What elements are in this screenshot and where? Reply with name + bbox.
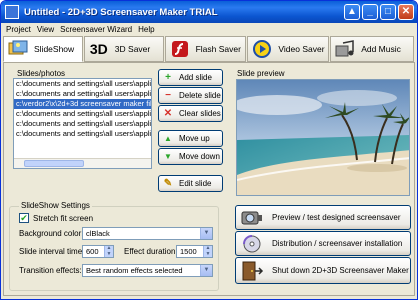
delete-slide-button[interactable]: − Delete slide: [158, 87, 223, 104]
plus-icon: +: [165, 71, 171, 83]
slideshow-icon: [8, 40, 28, 58]
slides-list[interactable]: c:\documents and settings\all users\appl…: [13, 78, 152, 169]
select-value: Best random effects selected: [86, 266, 183, 275]
tab-label: Add Music: [361, 44, 401, 54]
button-label: Clear slides: [179, 109, 221, 118]
spin-arrows-icon[interactable]: ▲ ▼: [104, 245, 113, 257]
settings-label: SlideShow Settings: [19, 201, 92, 210]
tab-label: Video Saver: [278, 44, 325, 54]
help-icon[interactable]: ▲: [344, 4, 360, 20]
preview-label: Slide preview: [237, 69, 285, 78]
slides-label: Slides/photos: [17, 69, 66, 78]
scrollbar-thumb[interactable]: [24, 160, 84, 167]
button-label: Delete slide: [179, 91, 221, 100]
close-button[interactable]: ✕: [398, 4, 414, 20]
installer-disc-icon: [240, 234, 264, 254]
effect-duration-label: Effect duration:: [124, 247, 178, 256]
flash-icon: [170, 40, 190, 58]
button-label: Add slide: [179, 73, 212, 82]
slide-preview-image: [236, 79, 410, 196]
tab-flash-saver[interactable]: Flash Saver: [164, 36, 247, 62]
horizontal-scrollbar[interactable]: [14, 158, 151, 168]
minimize-button[interactable]: _: [362, 4, 378, 20]
list-item[interactable]: c:\verdor2\x\2d+3d screensaver maker fil: [14, 99, 151, 109]
list-item[interactable]: c:\documents and settings\all users\appl…: [14, 79, 151, 89]
menu-view[interactable]: View: [37, 25, 54, 34]
exit-door-icon: [240, 261, 264, 281]
shutdown-button[interactable]: Shut down 2D+3D Screensaver Maker: [235, 257, 411, 284]
arrow-down-icon: ▼: [164, 151, 172, 161]
button-label: Distribution / screensaver installation: [272, 239, 403, 248]
input-value: 600: [86, 247, 99, 256]
list-item[interactable]: c:\documents and settings\all users\appl…: [14, 129, 151, 139]
menu-screensaver-wizard[interactable]: Screensaver Wizard: [60, 25, 132, 34]
button-label: Move up: [179, 134, 210, 143]
tab-slideshow[interactable]: SlideShow: [3, 36, 83, 62]
minus-icon: −: [165, 89, 171, 101]
toolbar: SlideShow 3D 3D Saver Flash Saver Video …: [3, 36, 415, 62]
button-label: Move down: [179, 152, 220, 161]
tab-label: 3D Saver: [114, 44, 151, 54]
tab-video-saver[interactable]: Video Saver: [247, 36, 330, 62]
tab-3d-saver[interactable]: 3D 3D Saver: [83, 36, 164, 62]
button-label: Edit slide: [179, 179, 212, 188]
maximize-button[interactable]: □: [380, 4, 396, 20]
tab-label: SlideShow: [34, 44, 75, 54]
clear-slides-button[interactable]: ✕ Clear slides: [158, 105, 223, 122]
menu-project[interactable]: Project: [6, 25, 31, 34]
slide-interval-input[interactable]: 600 ▲ ▼: [82, 245, 114, 258]
title-bar[interactable]: Untitled - 2D+3D Screensaver Maker TRIAL…: [1, 1, 417, 23]
background-color-select[interactable]: clBlack ▼: [82, 227, 213, 240]
stretch-label: Stretch fit screen: [33, 214, 94, 223]
3d-icon: 3D: [89, 41, 108, 57]
edit-slide-button[interactable]: ✎ Edit slide: [158, 175, 223, 192]
projector-icon: [240, 208, 264, 228]
app-window: Untitled - 2D+3D Screensaver Maker TRIAL…: [0, 0, 418, 300]
app-icon: [5, 5, 19, 19]
edit-icon: ✎: [163, 177, 173, 189]
input-value: 1500: [180, 247, 197, 256]
spin-arrows-icon[interactable]: ▲ ▼: [203, 245, 212, 257]
window-title: Untitled - 2D+3D Screensaver Maker TRIAL: [24, 6, 218, 18]
list-item[interactable]: c:\documents and settings\all users\appl…: [14, 119, 151, 129]
clear-icon: ✕: [163, 107, 173, 119]
menu-help[interactable]: Help: [138, 25, 154, 34]
tab-add-music[interactable]: Add Music: [330, 36, 414, 62]
button-label: Preview / test designed screensaver: [272, 213, 401, 222]
slide-interval-label: Slide interval time:: [19, 247, 85, 256]
chevron-down-icon[interactable]: ▼: [200, 228, 212, 239]
chevron-down-icon[interactable]: ▼: [200, 265, 212, 276]
background-color-label: Background color:: [19, 229, 84, 238]
transition-effects-select[interactable]: Best random effects selected ▼: [82, 264, 213, 277]
preview-screensaver-button[interactable]: Preview / test designed screensaver: [235, 205, 411, 230]
tab-label: Flash Saver: [195, 44, 241, 54]
move-up-button[interactable]: ▲ Move up: [158, 130, 223, 147]
arrow-up-icon: ▲: [164, 133, 172, 143]
stretch-checkbox[interactable]: ✔: [19, 213, 29, 223]
list-item[interactable]: c:\documents and settings\all users\appl…: [14, 89, 151, 99]
select-value: clBlack: [86, 229, 110, 238]
distribution-button[interactable]: Distribution / screensaver installation: [235, 231, 411, 256]
button-label: Shut down 2D+3D Screensaver Maker: [272, 266, 409, 275]
add-slide-button[interactable]: + Add slide: [158, 69, 223, 86]
transition-effects-label: Transition effects:: [19, 266, 82, 275]
music-icon: [335, 40, 355, 58]
list-item[interactable]: c:\documents and settings\all users\appl…: [14, 109, 151, 119]
video-icon: [252, 40, 272, 58]
move-down-button[interactable]: ▼ Move down: [158, 148, 223, 165]
menu-bar: Project View Screensaver Wizard Help: [1, 23, 417, 35]
effect-duration-input[interactable]: 1500 ▲ ▼: [176, 245, 213, 258]
